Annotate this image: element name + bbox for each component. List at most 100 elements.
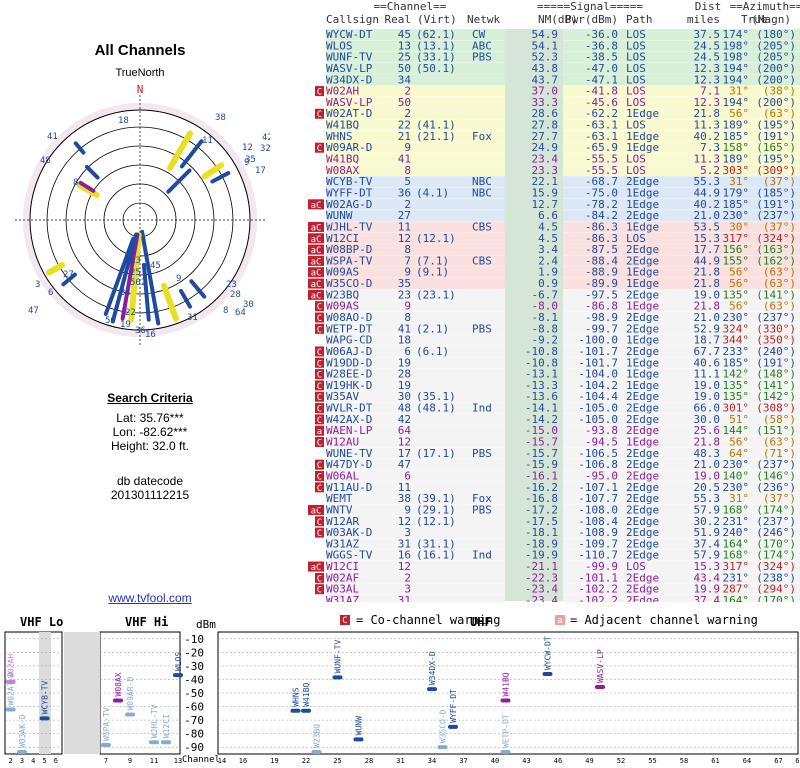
row-flag: a	[317, 427, 322, 437]
x-tick: 25	[333, 757, 341, 765]
row-flag: C	[317, 574, 322, 584]
x-axis-label: Channel	[182, 755, 220, 765]
x-tick: 2	[9, 757, 13, 765]
x-tick: 4	[31, 757, 35, 765]
station-label: W12CI	[162, 714, 171, 738]
x-tick: 69	[795, 757, 800, 765]
row-net: Fox	[472, 130, 492, 143]
station-mark	[500, 698, 511, 703]
station-mark	[311, 750, 322, 754]
row-virt: (12.1)	[416, 515, 456, 528]
row-flag: C	[317, 359, 322, 369]
tvfool-link[interactable]: www.tvfool.com	[80, 591, 220, 605]
radar-plot: N183811421241323517489813452550234502219…	[15, 83, 270, 345]
radar-label: 13	[130, 256, 141, 266]
y-tick: -70	[184, 714, 204, 727]
station-label: WLOS	[174, 652, 183, 671]
row-flag: C	[317, 110, 322, 120]
column-header: Callsign	[326, 13, 379, 26]
x-tick: 43	[522, 757, 530, 765]
column-header: Real	[385, 13, 412, 26]
x-tick: 61	[711, 757, 719, 765]
station-mark	[101, 743, 111, 748]
row-flag: C	[317, 314, 322, 324]
header-azimuth: ==Azimuth==	[730, 0, 800, 13]
station-label: WSPA-TV	[102, 707, 111, 741]
station-label: W41BQ	[302, 682, 311, 706]
radar-label: 18	[118, 116, 129, 126]
radar-label: 9	[244, 158, 249, 168]
x-tick: 58	[680, 757, 688, 765]
station-label: WJHL-TV	[150, 704, 159, 738]
radar-label: 502	[130, 278, 146, 288]
y-tick: -80	[184, 728, 204, 741]
station-mark	[301, 708, 311, 713]
station-label: WYFF-DT	[449, 689, 458, 723]
radar-label: 16	[145, 330, 156, 340]
radar-label: 19	[120, 320, 131, 330]
row-flag: C	[317, 348, 322, 358]
gap-shade	[64, 632, 100, 754]
row-net: PBS	[472, 51, 492, 64]
x-tick: 19	[270, 757, 278, 765]
x-tick: 11	[150, 757, 158, 765]
radar-label: 42	[262, 133, 270, 143]
station-label: W02AT-D	[7, 672, 16, 706]
column-header: Pwr(dBm)	[565, 13, 618, 26]
station-mark	[448, 724, 458, 729]
radar-label: 3	[35, 280, 40, 290]
radar-label: 11	[202, 136, 213, 146]
row-path: 2Edge	[626, 594, 659, 602]
lon-text: Lon: -82.62***	[112, 425, 188, 439]
y-axis-label: dBm	[196, 618, 216, 631]
station-mark	[16, 750, 27, 754]
y-tick: -20	[184, 646, 204, 659]
station-mark	[500, 750, 511, 754]
row-az: 164°	[723, 594, 750, 602]
radar-label: 45	[150, 261, 161, 271]
y-tick: -60	[184, 701, 204, 714]
x-tick: 55	[648, 757, 656, 765]
x-tick: 6	[54, 757, 58, 765]
row-net: Ind	[472, 549, 492, 562]
row-virt: (2.1)	[416, 322, 449, 335]
legend-co-flag: C	[342, 616, 347, 626]
row-virt: (4.1)	[416, 186, 449, 199]
section-title: VHF Hi	[125, 615, 168, 629]
row-net: PBS	[472, 503, 492, 516]
row-dist: 37.4	[694, 594, 721, 602]
row-flag: C	[317, 393, 322, 403]
x-tick: 49	[585, 757, 593, 765]
station-mark	[161, 740, 171, 745]
row-flag: C	[317, 529, 322, 539]
search-criteria-title: Search Criteria	[107, 391, 193, 405]
station-label: W23BQ	[313, 724, 322, 748]
radar-label: 8	[73, 178, 78, 188]
row-flag: aC	[311, 563, 322, 573]
radar-label: 27	[63, 270, 74, 280]
station-label: W34DX-D	[428, 651, 437, 685]
radar-label: 31	[187, 313, 198, 323]
row-flag: C	[317, 586, 322, 596]
row-net: Ind	[472, 402, 492, 415]
radar-label: 23	[226, 280, 237, 290]
x-tick: 9	[128, 757, 132, 765]
x-tick: 52	[617, 757, 625, 765]
x-tick: 14	[218, 757, 226, 765]
radar-label: 28	[230, 290, 241, 300]
row-flag: aC	[311, 246, 322, 256]
station-label: W35CO-D	[439, 709, 448, 743]
x-tick: 46	[554, 757, 562, 765]
row-virt: (6.1)	[416, 345, 449, 358]
x-tick: 28	[365, 757, 373, 765]
radar-label: 9	[176, 274, 181, 284]
row-flag: aC	[311, 506, 322, 516]
row-flag: C	[317, 88, 322, 98]
radar-label: 34	[120, 288, 131, 298]
row-flag: C	[317, 144, 322, 154]
station-label: W09AR-D	[126, 677, 135, 711]
column-header: Path	[626, 13, 653, 26]
station-label: WYCW-DT	[544, 636, 553, 670]
station-mark	[149, 740, 159, 745]
row-real: 31	[398, 594, 411, 602]
